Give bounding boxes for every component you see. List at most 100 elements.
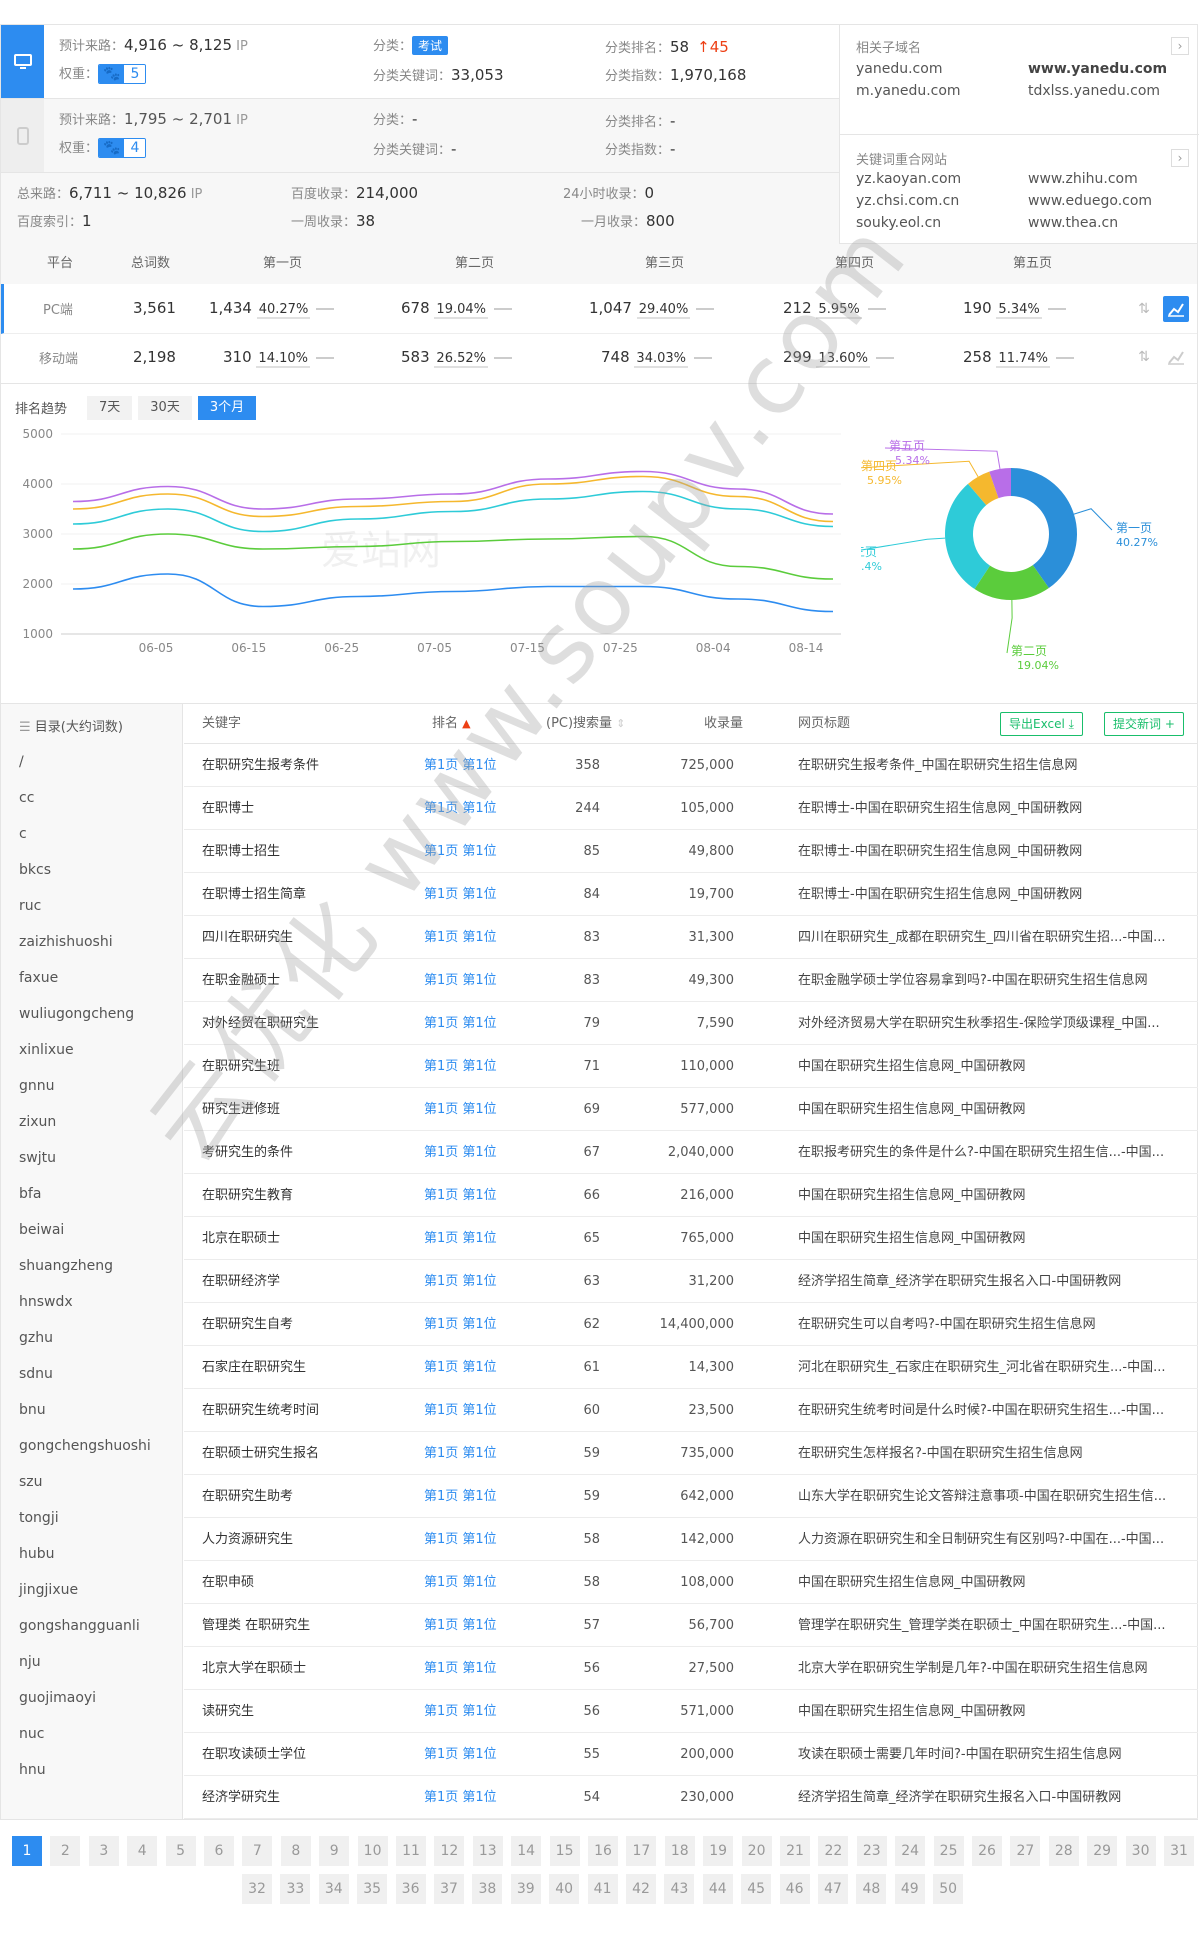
directory-item[interactable]: tongji: [19, 1510, 59, 1526]
col-keyword[interactable]: 关键字: [202, 704, 241, 744]
directory-item[interactable]: hnu: [19, 1762, 46, 1778]
directory-item[interactable]: gongchengshuoshi: [19, 1438, 151, 1454]
directory-item[interactable]: nuc: [19, 1726, 44, 1742]
directory-item[interactable]: zixun: [19, 1114, 56, 1130]
rank-link[interactable]: 第1页 第1位: [424, 1604, 524, 1647]
page-button[interactable]: 10: [357, 1836, 388, 1866]
directory-item[interactable]: ruc: [19, 898, 41, 914]
chart-trend-icon[interactable]: [1163, 344, 1189, 370]
page-button[interactable]: 30: [1125, 1836, 1156, 1866]
rank-link[interactable]: 第1页 第1位: [424, 873, 524, 916]
page-button[interactable]: 22: [818, 1836, 849, 1866]
chevron-right-icon[interactable]: ›: [1171, 37, 1189, 55]
directory-item[interactable]: zaizhishuoshi: [19, 934, 113, 950]
page-button[interactable]: 7: [242, 1836, 273, 1866]
page-button[interactable]: 36: [395, 1874, 426, 1904]
keyword-link[interactable]: 经济学研究生: [202, 1776, 402, 1819]
pc-category-tag[interactable]: 考试: [412, 36, 449, 55]
directory-item[interactable]: swjtu: [19, 1150, 56, 1166]
page-button[interactable]: 44: [702, 1874, 733, 1904]
keyword-link[interactable]: 在职研究生教育: [202, 1174, 402, 1217]
directory-item[interactable]: hubu: [19, 1546, 55, 1562]
page-button[interactable]: 15: [549, 1836, 580, 1866]
page-button[interactable]: 31: [1164, 1836, 1194, 1866]
tab-7d[interactable]: 7天: [87, 396, 133, 420]
subdomain-link[interactable]: m.yanedu.com: [856, 83, 961, 99]
rank-link[interactable]: 第1页 第1位: [424, 1002, 524, 1045]
col-rank[interactable]: 排名 ▲: [432, 704, 471, 744]
mobile-baidu-weight-badge[interactable]: 🐾 4: [98, 138, 147, 158]
sort-arrows-icon[interactable]: ⇅: [1133, 298, 1155, 320]
keyword-link[interactable]: 在职研究生统考时间: [202, 1389, 402, 1432]
directory-item[interactable]: gongshangguanli: [19, 1618, 140, 1634]
page-button[interactable]: 48: [856, 1874, 887, 1904]
rank-link[interactable]: 第1页 第1位: [424, 1389, 524, 1432]
rank-link[interactable]: 第1页 第1位: [424, 1690, 524, 1733]
rank-link[interactable]: 第1页 第1位: [424, 1346, 524, 1389]
overlap-site-link[interactable]: www.zhihu.com: [1028, 171, 1138, 187]
page-title-link[interactable]: 四川在职研究生_成都在职研究生_四川省在职研究生招...-中国...: [798, 916, 1196, 959]
rank-link[interactable]: 第1页 第1位: [424, 1432, 524, 1475]
page-button[interactable]: 5: [165, 1836, 196, 1866]
page-title-link[interactable]: 在职博士-中国在职研究生招生信息网_中国研教网: [798, 787, 1196, 830]
page-button[interactable]: 25: [933, 1836, 964, 1866]
keyword-link[interactable]: 在职博士招生简章: [202, 873, 402, 916]
tab-30d[interactable]: 30天: [138, 396, 192, 420]
page-title-link[interactable]: 中国在职研究生招生信息网_中国研教网: [798, 1088, 1196, 1131]
page-button[interactable]: 35: [357, 1874, 388, 1904]
subdomain-link[interactable]: tdxlss.yanedu.com: [1028, 83, 1160, 99]
page-button[interactable]: 41: [587, 1874, 618, 1904]
directory-item[interactable]: guojimaoyi: [19, 1690, 96, 1706]
rank-link[interactable]: 第1页 第1位: [424, 1174, 524, 1217]
page-button[interactable]: 47: [818, 1874, 848, 1904]
rank-link[interactable]: 第1页 第1位: [424, 1475, 524, 1518]
directory-item[interactable]: shuangzheng: [19, 1258, 113, 1274]
keyword-link[interactable]: 在职博士招生: [202, 830, 402, 873]
page-button[interactable]: 42: [626, 1874, 656, 1904]
keyword-link[interactable]: 石家庄在职研究生: [202, 1346, 402, 1389]
export-excel-button[interactable]: 导出Excel ⤓: [1000, 712, 1083, 736]
page-button[interactable]: 40: [549, 1874, 580, 1904]
page-title-link[interactable]: 中国在职研究生招生信息网_中国研教网: [798, 1690, 1196, 1733]
directory-item[interactable]: nju: [19, 1654, 41, 1670]
rank-link[interactable]: 第1页 第1位: [424, 1217, 524, 1260]
page-button[interactable]: 19: [703, 1836, 734, 1866]
rank-link[interactable]: 第1页 第1位: [424, 1045, 524, 1088]
col-search[interactable]: (PC)搜索量 ⇕: [546, 704, 625, 744]
page-button[interactable]: 34: [318, 1874, 349, 1904]
directory-item[interactable]: sdnu: [19, 1366, 53, 1382]
keyword-link[interactable]: 在职博士: [202, 787, 402, 830]
directory-item[interactable]: beiwai: [19, 1222, 64, 1238]
page-button[interactable]: 24: [895, 1836, 926, 1866]
page-button[interactable]: 4: [127, 1836, 158, 1866]
page-button[interactable]: 9: [319, 1836, 350, 1866]
page-title-link[interactable]: 经济学招生简章_经济学在职研究生报名入口-中国研教网: [798, 1260, 1196, 1303]
page-title-link[interactable]: 在职报考研究生的条件是什么?-中国在职研究生招生信...-中国...: [798, 1131, 1196, 1174]
directory-item[interactable]: faxue: [19, 970, 58, 986]
keyword-link[interactable]: 北京在职硕士: [202, 1217, 402, 1260]
page-title-link[interactable]: 管理学在职研究生_管理学类在职硕士_中国在职研究生...-中国...: [798, 1604, 1196, 1647]
page-button[interactable]: 3: [88, 1836, 119, 1866]
page-button[interactable]: 18: [664, 1836, 695, 1866]
directory-item[interactable]: wuliugongcheng: [19, 1006, 134, 1022]
page-title-link[interactable]: 北京大学在职研究生学制是几年?-中国在职研究生招生信息网: [798, 1647, 1196, 1690]
overlap-site-link[interactable]: yz.kaoyan.com: [856, 171, 961, 187]
keyword-link[interactable]: 在职申硕: [202, 1561, 402, 1604]
directory-item[interactable]: bfa: [19, 1186, 41, 1202]
keyword-link[interactable]: 在职研究生助考: [202, 1475, 402, 1518]
page-button[interactable]: 8: [280, 1836, 311, 1866]
directory-item[interactable]: xinlixue: [19, 1042, 74, 1058]
page-title-link[interactable]: 人力资源在职研究生和全日制研究生有区别吗?-中国在...-中国...: [798, 1518, 1196, 1561]
keyword-link[interactable]: 在职研究生自考: [202, 1303, 402, 1346]
subdomain-link[interactable]: www.yanedu.com: [1028, 61, 1167, 77]
page-button[interactable]: 50: [933, 1874, 964, 1904]
page-button[interactable]: 6: [204, 1836, 234, 1866]
directory-item[interactable]: c: [19, 826, 27, 842]
overlap-site-link[interactable]: souky.eol.cn: [856, 215, 941, 231]
directory-item[interactable]: jingjixue: [19, 1582, 78, 1598]
pc-baidu-weight-badge[interactable]: 🐾 5: [98, 64, 147, 84]
overlap-site-link[interactable]: yz.chsi.com.cn: [856, 193, 959, 209]
chevron-right-icon[interactable]: ›: [1171, 149, 1189, 167]
page-button[interactable]: 14: [511, 1836, 542, 1866]
sort-arrows-icon[interactable]: ⇅: [1133, 346, 1155, 368]
